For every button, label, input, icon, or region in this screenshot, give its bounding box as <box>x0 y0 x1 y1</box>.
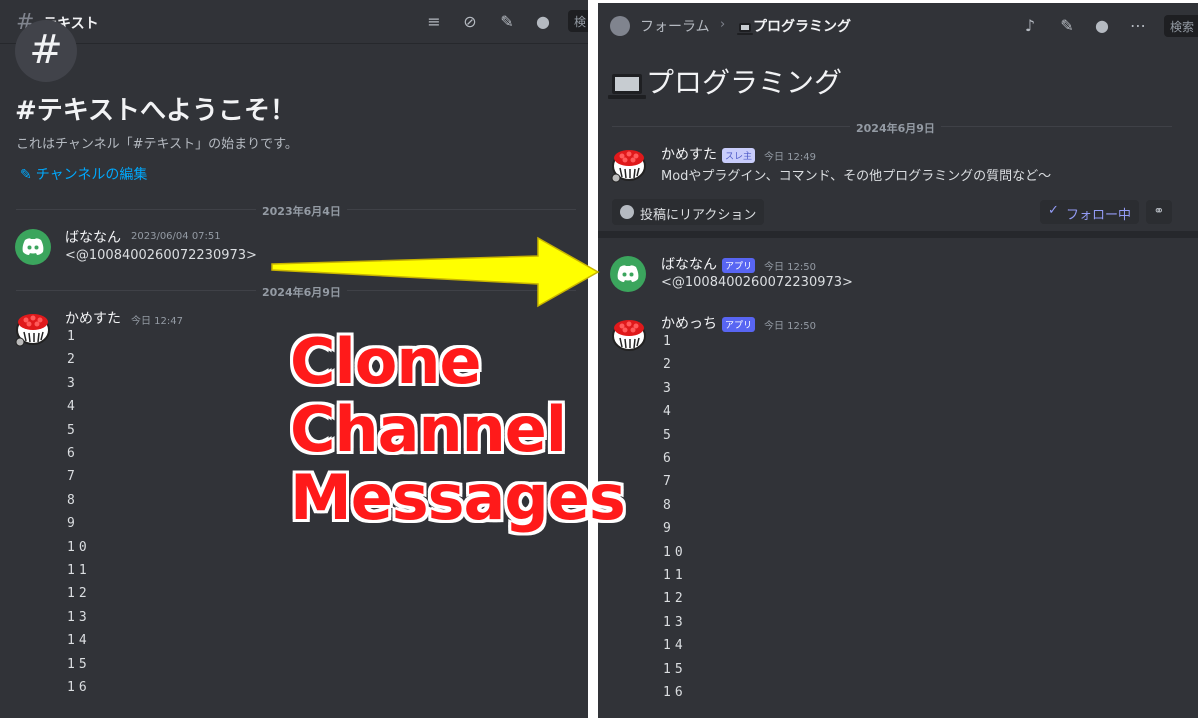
message-line: 8 <box>663 497 675 513</box>
message-timestamp: 今日 12:50 <box>764 321 816 332</box>
message-line: 6 <box>67 446 79 461</box>
message-line: 8 <box>67 492 79 508</box>
message-timestamp: 今日 12:49 <box>764 152 816 163</box>
follow-label: フォロー中 <box>1066 208 1132 223</box>
caption-line: Messages <box>290 461 626 534</box>
thread-breadcrumb-label: プログラミング <box>753 19 851 35</box>
message-line: 11 <box>663 568 687 583</box>
members-icon[interactable]: ● <box>1092 16 1112 36</box>
more-icon[interactable]: ⋯ <box>1128 16 1148 36</box>
message-line: 1 <box>663 334 675 349</box>
message-text: <@1008400260072230973> <box>661 275 853 290</box>
laptop-icon <box>737 22 753 35</box>
members-icon[interactable]: ● <box>533 12 553 32</box>
thread-title-text: プログラミング <box>646 66 843 99</box>
pencil-icon: ✎ <box>20 167 32 183</box>
overlay-caption: Clone Channel Messages <box>290 325 626 534</box>
caption-line: Channel <box>290 393 567 466</box>
message-text: <@1008400260072230973> <box>65 248 257 263</box>
message-line: 1 <box>67 329 79 344</box>
date-divider-label: 2023年6月4日 <box>256 203 347 219</box>
date-divider-label: 2024年6月9日 <box>850 120 941 136</box>
message-line: 11 <box>67 563 91 578</box>
avatar-ikura-icon[interactable] <box>14 308 52 347</box>
right-forum-pane: フォーラム › プログラミング ♪ ✎ ● ⋯ 検索 プログラミング 2024年… <box>598 3 1198 718</box>
message-author[interactable]: かめっち <box>661 313 717 333</box>
message-timestamp: 今日 12:47 <box>131 316 183 327</box>
edit-channel-label: チャンネルの編集 <box>35 167 148 183</box>
copy-link-icon[interactable]: ⚭ <box>1146 200 1172 224</box>
message-line: 2 <box>663 357 675 373</box>
mute-bell-icon[interactable]: ⊘ <box>460 12 480 32</box>
search-input[interactable]: 検索 <box>1164 15 1198 37</box>
thread-title: プログラミング <box>608 61 843 101</box>
message-line: 5 <box>67 422 79 438</box>
message-line: 10 <box>67 539 91 555</box>
message-line: 16 <box>67 680 91 695</box>
message-line: 5 <box>663 427 675 443</box>
message-line: 6 <box>663 451 675 466</box>
message-author[interactable]: ばななん <box>65 227 121 247</box>
message-line: 12 <box>663 591 687 607</box>
message-author[interactable]: かめすた <box>661 144 717 164</box>
welcome-title: #テキストへようこそ！ <box>15 96 297 126</box>
app-badge: アプリ <box>722 258 756 273</box>
message-line: 3 <box>67 375 79 391</box>
message-line: 7 <box>663 474 675 490</box>
caption-line: Clone <box>290 325 482 398</box>
add-reaction-button[interactable]: 投稿にリアクション <box>612 199 765 225</box>
post-separator <box>598 231 1198 238</box>
message-line: 10 <box>663 544 687 560</box>
message-line: 15 <box>67 656 91 672</box>
message-line: 15 <box>663 661 687 677</box>
add-reaction-label: 投稿にリアクション <box>640 208 757 223</box>
yellow-arrow-icon <box>271 236 600 308</box>
message-line: 9 <box>663 521 675 537</box>
message-line: 14 <box>67 633 91 649</box>
thread-breadcrumb: プログラミング <box>737 16 851 36</box>
op-badge: スレ主 <box>722 148 756 163</box>
bell-icon[interactable]: ♪ <box>1020 16 1040 36</box>
message-line: 13 <box>663 614 687 630</box>
pin-icon[interactable]: ✎ <box>1057 16 1077 36</box>
chevron-right-icon: › <box>720 17 726 32</box>
channel-start-text: これはチャンネル「#テキスト」の始まりです。 <box>16 137 298 152</box>
message-timestamp: 2023/06/04 07:51 <box>131 231 221 242</box>
laptop-icon <box>608 74 646 99</box>
app-badge: アプリ <box>722 317 756 332</box>
search-input[interactable]: 検 <box>568 10 588 32</box>
message-line: 3 <box>663 380 675 396</box>
avatar-discord-icon[interactable] <box>15 229 51 265</box>
edit-channel-link[interactable]: ✎ チャンネルの編集 <box>20 164 147 184</box>
message-text: Modやプラグイン、コマンド、その他プログラミングの質問など～ <box>661 169 1052 184</box>
message-line: 4 <box>663 404 675 420</box>
pin-icon[interactable]: ✎ <box>497 12 517 32</box>
channel-header: # テキスト ≡ ⊘ ✎ ● 検 <box>0 0 588 44</box>
avatar-ikura-icon[interactable] <box>610 144 648 183</box>
thread-header: フォーラム › プログラミング ♪ ✎ ● ⋯ 検索 <box>598 3 1198 47</box>
message-line: 7 <box>67 469 79 485</box>
message-line: 16 <box>663 685 687 700</box>
forum-icon <box>610 16 630 36</box>
message-author[interactable]: ばななん <box>661 254 717 274</box>
forum-breadcrumb[interactable]: フォーラム <box>640 16 710 36</box>
message-line: 9 <box>67 516 79 532</box>
message-line: 14 <box>663 638 687 654</box>
smile-icon <box>620 205 634 219</box>
message-line: 2 <box>67 352 79 368</box>
channel-hash-icon: # <box>15 20 77 82</box>
message-timestamp: 今日 12:50 <box>764 262 816 273</box>
message-line: 13 <box>67 609 91 625</box>
follow-button[interactable]: ✓ フォロー中 <box>1040 200 1140 224</box>
message-line: 12 <box>67 586 91 602</box>
threads-icon[interactable]: ≡ <box>424 12 444 32</box>
avatar-discord-icon[interactable] <box>610 256 646 292</box>
check-icon: ✓ <box>1048 203 1059 218</box>
message-author[interactable]: かめすた <box>65 308 121 328</box>
message-line: 4 <box>67 399 79 415</box>
